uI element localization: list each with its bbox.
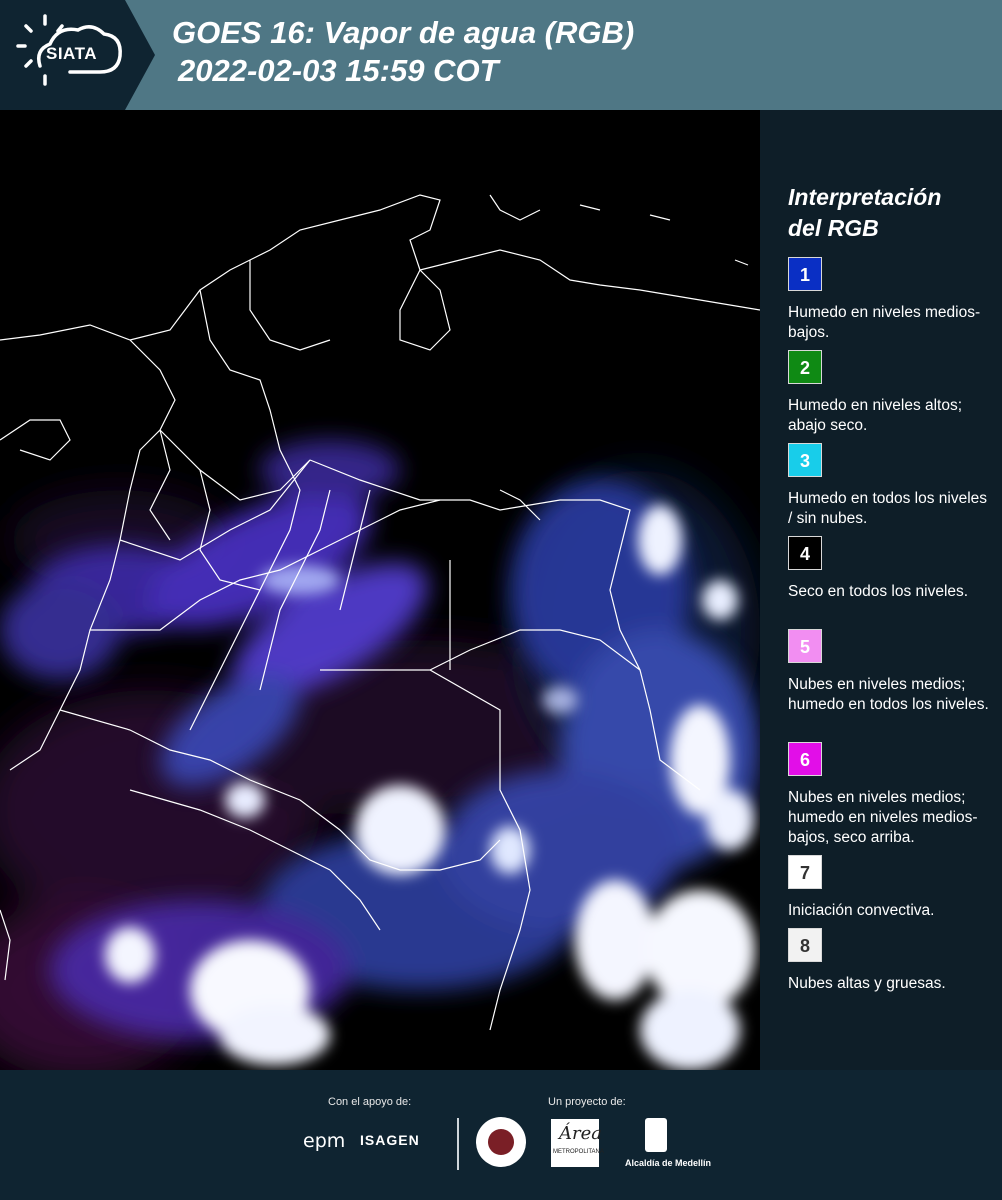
project-label: Un proyecto de: — [548, 1096, 626, 1108]
siata-logo[interactable]: SIATA — [0, 0, 155, 110]
legend-title: Interpretación del RGB — [788, 182, 941, 244]
legend-swatch-1: 1 — [788, 257, 822, 291]
legend-swatch-4: 4 — [788, 536, 822, 570]
footer-sponsors: Con el apoyo de: Un proyecto de: epm ISA… — [0, 1070, 1002, 1200]
legend-swatch-6: 6 — [788, 742, 822, 776]
legend-swatch-2: 2 — [788, 350, 822, 384]
epm-logo[interactable]: epm — [303, 1130, 345, 1152]
legend-item-2: 2 Humedo en niveles altos; abajo seco. — [788, 350, 993, 436]
legend-item-4: 4 Seco en todos los niveles. — [788, 536, 993, 602]
legend-item-7: 7 Iniciación convectiva. — [788, 855, 993, 921]
title-line-1: GOES 16: Vapor de agua (RGB) — [172, 15, 635, 50]
support-label: Con el apoyo de: — [328, 1096, 412, 1108]
seal-emblem-icon — [488, 1129, 514, 1155]
rgb-legend: Interpretación del RGB 1 Humedo en nivel… — [760, 110, 1002, 1070]
legend-item-3: 3 Humedo en todos los niveles / sin nube… — [788, 443, 993, 529]
legend-label-5: Nubes en niveles medios; humedo en todos… — [788, 676, 989, 713]
legend-swatch-5: 5 — [788, 629, 822, 663]
legend-swatch-3: 3 — [788, 443, 822, 477]
legend-label-6: Nubes en niveles medios; humedo en nivel… — [788, 789, 978, 846]
legend-label-1: Humedo en niveles medios-bajos. — [788, 304, 981, 341]
title-line-2: 2022-02-03 15:59 COT — [178, 53, 499, 88]
legend-swatch-8: 8 — [788, 928, 822, 962]
legend-label-7: Iniciación convectiva. — [788, 902, 935, 919]
legend-item-5: 5 Nubes en niveles medios; humedo en tod… — [788, 629, 993, 715]
page-title: GOES 16: Vapor de agua (RGB) 2022-02-03 … — [172, 14, 634, 90]
legend-title-line-1: Interpretación — [788, 184, 942, 210]
area-logo-subtext: METROPOLITANA — [553, 1149, 604, 1155]
area-logo-text: Área — [559, 1123, 602, 1144]
siata-logo-text: SIATA — [46, 44, 97, 63]
medellin-seal-logo[interactable] — [476, 1117, 526, 1167]
alcaldia-crest-icon[interactable] — [645, 1118, 667, 1152]
area-metropolitana-logo[interactable]: Área METROPOLITANA — [551, 1119, 604, 1167]
legend-label-3: Humedo en todos los niveles / sin nubes. — [788, 490, 988, 527]
legend-item-1: 1 Humedo en niveles medios-bajos. — [788, 257, 993, 343]
legend-item-6: 6 Nubes en niveles medios; humedo en niv… — [788, 742, 993, 848]
legend-item-8: 8 Nubes altas y gruesas. — [788, 928, 993, 994]
legend-label-8: Nubes altas y gruesas. — [788, 975, 946, 992]
legend-label-4: Seco en todos los niveles. — [788, 583, 969, 600]
isagen-logo[interactable]: ISAGEN — [360, 1132, 420, 1148]
footer-divider — [457, 1118, 459, 1170]
legend-title-line-2: del RGB — [788, 215, 879, 241]
header-bar: SIATA GOES 16: Vapor de agua (RGB) 2022-… — [0, 0, 1002, 110]
legend-swatch-7: 7 — [788, 855, 822, 889]
alcaldia-logo-text[interactable]: Alcaldía de Medellín — [625, 1158, 711, 1168]
legend-label-2: Humedo en niveles altos; abajo seco. — [788, 397, 963, 434]
satellite-map[interactable] — [0, 110, 760, 1070]
